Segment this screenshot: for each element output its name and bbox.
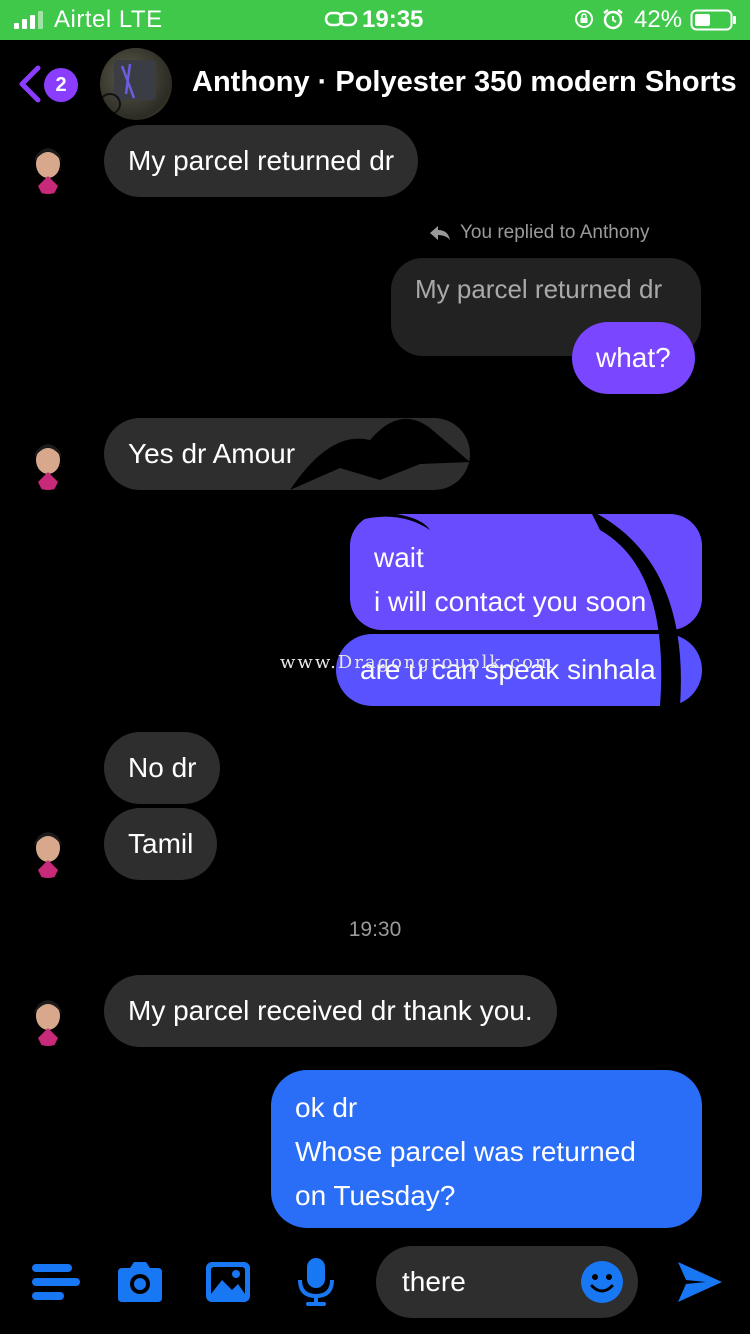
chat-header: 2 Anthony · Polyester 350 modern Shorts — [0, 40, 750, 130]
reply-label-text: You replied to Anthony — [460, 222, 650, 243]
contact-avatar[interactable] — [24, 994, 72, 1046]
message-line: on Tuesday? — [295, 1180, 456, 1211]
conversation-title[interactable]: Anthony · Polyester 350 modern Shorts — [192, 66, 742, 99]
message-line: wait — [374, 542, 424, 573]
outgoing-message[interactable]: wait i will contact you soon — [350, 514, 702, 630]
reply-icon — [430, 226, 450, 240]
reply-indicator: You replied to Anthony — [428, 222, 649, 244]
product-avatar[interactable] — [100, 48, 172, 120]
camera-icon[interactable] — [114, 1256, 166, 1308]
menu-icon[interactable] — [30, 1256, 82, 1308]
message-composer — [0, 1230, 750, 1334]
link-icon — [324, 11, 358, 27]
signal-icon — [14, 11, 43, 29]
contact-avatar[interactable] — [24, 142, 72, 194]
send-icon[interactable] — [676, 1258, 724, 1306]
incoming-message[interactable]: My parcel returned dr — [104, 125, 419, 197]
rotation-lock-icon — [575, 10, 593, 28]
chevron-left-icon[interactable] — [16, 64, 42, 104]
contact-avatar[interactable] — [24, 438, 72, 490]
emoji-icon[interactable] — [580, 1260, 624, 1304]
incoming-message[interactable]: Yes dr Amour — [104, 418, 470, 490]
incoming-message[interactable]: Tamil — [104, 808, 218, 880]
contact-avatar[interactable] — [24, 826, 72, 878]
alarm-icon — [603, 9, 623, 30]
status-time: 19:35 — [362, 6, 424, 33]
gallery-icon[interactable] — [202, 1256, 254, 1308]
message-line: ok dr — [295, 1092, 358, 1123]
unread-count-badge[interactable]: 2 — [44, 68, 78, 102]
outgoing-message[interactable]: ok dr Whose parcel was returned on Tuesd… — [271, 1070, 702, 1228]
battery-icon — [690, 9, 736, 31]
incoming-message[interactable]: My parcel received dr thank you. — [104, 975, 557, 1047]
message-timestamp: 19:30 — [348, 918, 402, 941]
battery-percentage: 42% — [634, 6, 683, 33]
watermark-text: www.Dragongrouplk.com — [280, 652, 554, 673]
incoming-message[interactable]: No dr — [104, 732, 221, 804]
outgoing-message[interactable]: what? — [572, 322, 695, 394]
microphone-icon[interactable] — [290, 1256, 342, 1308]
status-bar: Airtel LTE 19:35 42% — [0, 0, 750, 40]
message-line: i will contact you soon — [374, 586, 647, 617]
carrier-label: Airtel LTE — [54, 6, 163, 33]
message-line: Whose parcel was returned — [295, 1136, 636, 1167]
